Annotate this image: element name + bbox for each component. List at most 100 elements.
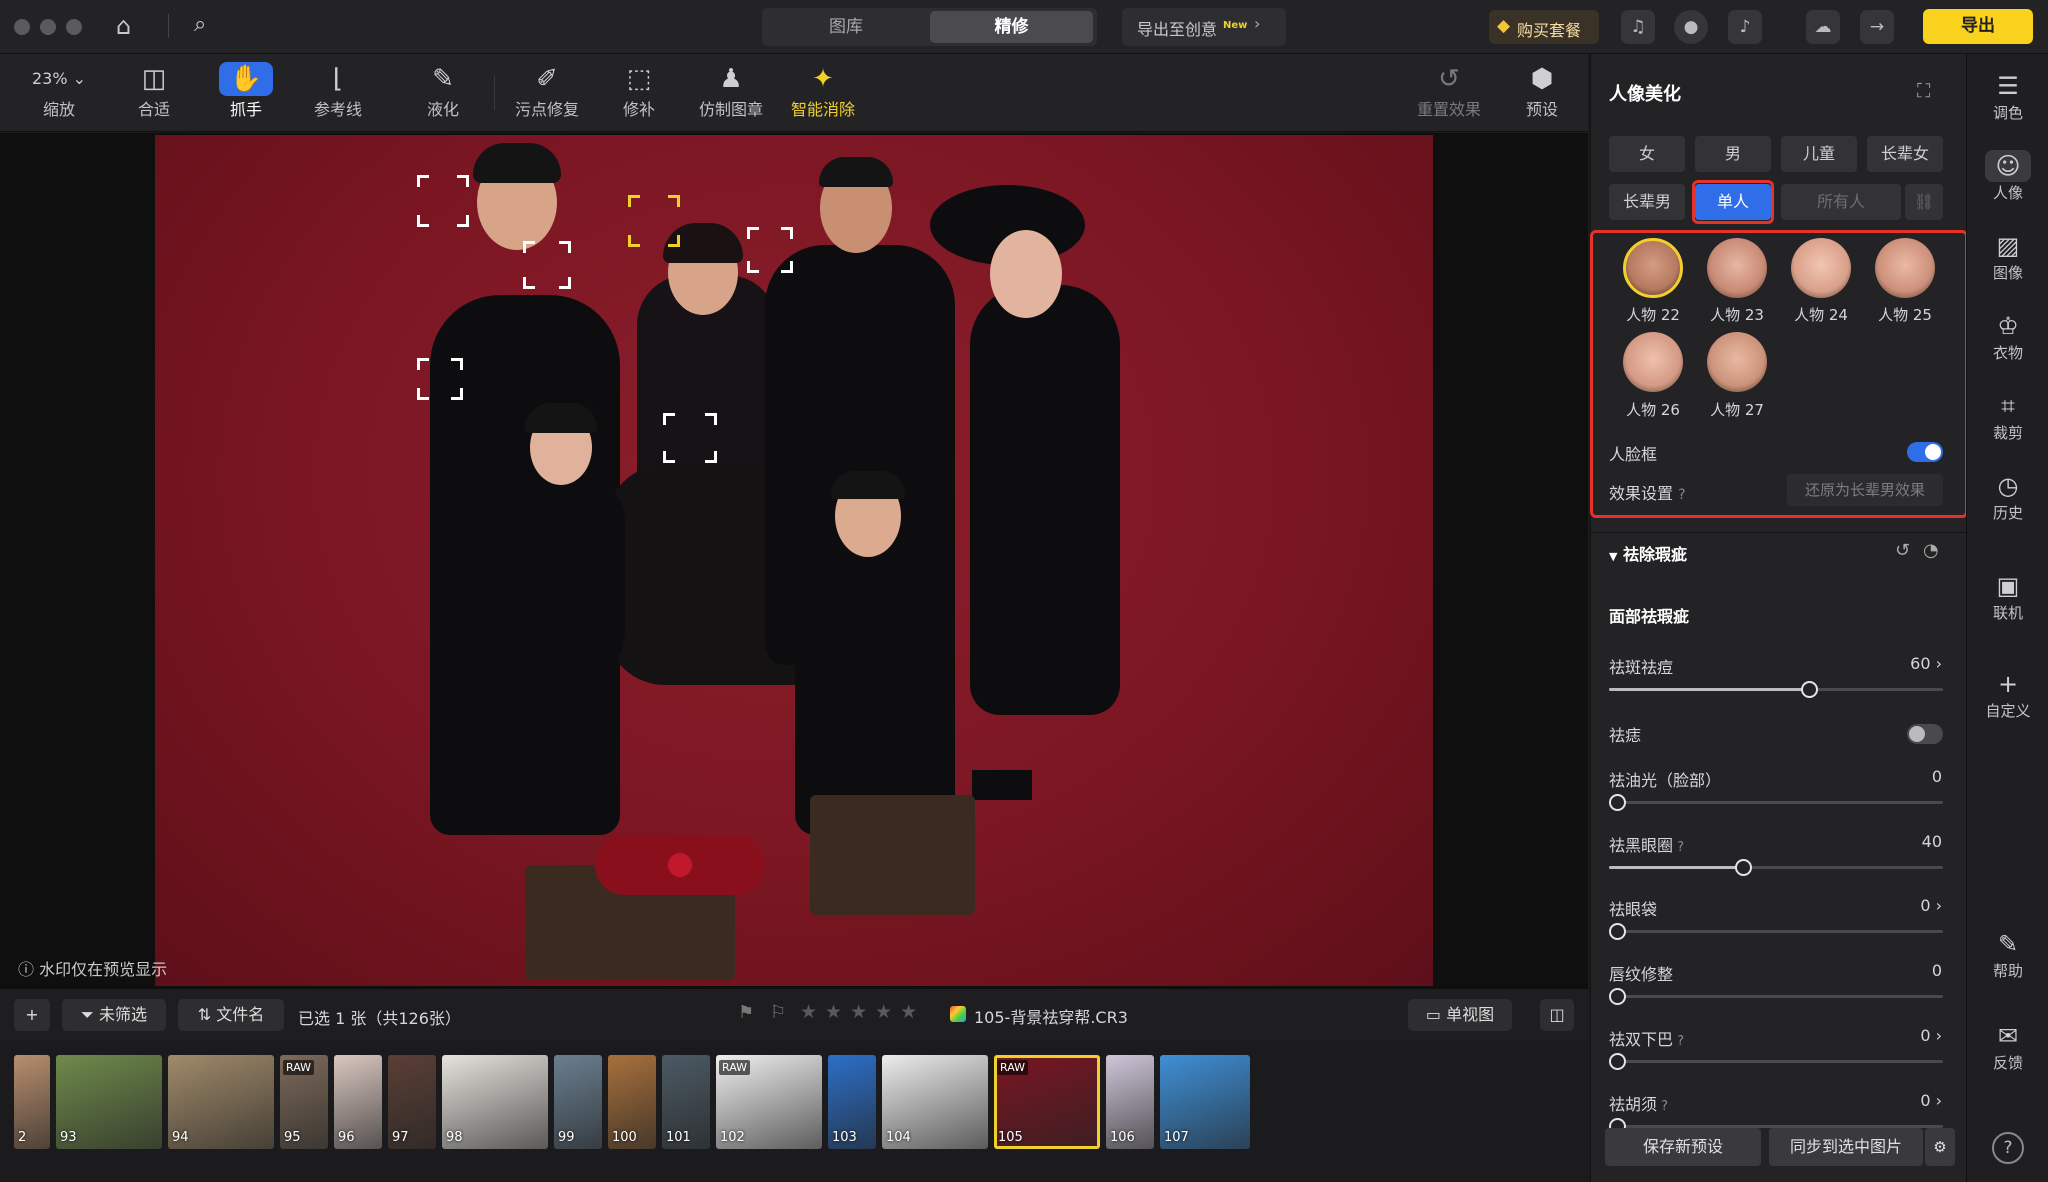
single-view-button[interactable]: ▭ 单视图 (1408, 999, 1512, 1031)
filmstrip-thumb[interactable]: 97 (388, 1055, 436, 1149)
section-reset-icon[interactable]: ↺ (1895, 540, 1910, 561)
restore-effect-button[interactable]: 还原为长辈男效果 (1787, 474, 1943, 506)
section-blemish[interactable]: ▼ 祛除瑕疵 (1609, 541, 1687, 565)
avatar-icon[interactable]: ● (1674, 10, 1708, 44)
image-canvas[interactable]: ⓘ 水印仅在预览显示 (0, 133, 1588, 988)
zoom-tool[interactable]: 23% ⌄ 缩放 (14, 60, 104, 126)
person-avatar-27[interactable] (1707, 332, 1767, 392)
sync-settings-icon[interactable]: ⚙ (1925, 1128, 1955, 1166)
headset-icon[interactable]: ♫ (1621, 10, 1655, 44)
sync-selected-button[interactable]: 同步到选中图片 (1769, 1128, 1923, 1166)
rail-tether[interactable]: ▣ 联机 (1967, 570, 2048, 623)
reject-flag-icon[interactable]: ⚐ (770, 1002, 786, 1023)
reset-effects-button[interactable]: ↺ 重置效果 (1404, 60, 1494, 126)
help-icon[interactable]: ? (1673, 840, 1684, 855)
search-icon[interactable]: ⌕ (194, 12, 206, 37)
rail-help[interactable]: ✎ 帮助 (1967, 928, 2048, 981)
group-male[interactable]: 男 (1695, 136, 1771, 172)
slider-track[interactable] (1609, 681, 1943, 698)
filmstrip-thumb[interactable]: 100 (608, 1055, 656, 1149)
rail-feedback[interactable]: ✉ 反馈 (1967, 1020, 2048, 1073)
filmstrip-thumb[interactable]: 104 (882, 1055, 988, 1149)
rail-adjust[interactable]: ☰ 调色 (1967, 70, 2048, 123)
tab-retouch[interactable]: 精修 (930, 11, 1093, 43)
group-everyone[interactable]: 所有人 (1781, 184, 1901, 220)
rail-portrait[interactable]: ☺ 人像 (1967, 150, 2048, 203)
tool-fit[interactable]: ◫ 合适 (109, 60, 199, 126)
tool-patch[interactable]: ⬚ 修补 (594, 60, 684, 126)
flag-icon[interactable]: ⚑ (738, 1002, 754, 1023)
slider-toggle[interactable] (1907, 724, 1943, 744)
slider-track[interactable] (1609, 988, 1943, 1005)
compare-view-icon[interactable]: ◫ (1540, 999, 1574, 1031)
group-child[interactable]: 儿童 (1781, 136, 1857, 172)
help-icon[interactable]: ? (1657, 1099, 1668, 1114)
export-creative-button[interactable]: 导出至创意 New › (1122, 8, 1286, 46)
slider-knob[interactable] (1609, 794, 1626, 811)
arrow-right-icon[interactable]: → (1860, 10, 1894, 44)
face-box-person-25[interactable] (523, 241, 571, 289)
filmstrip-thumb[interactable]: 107 (1160, 1055, 1250, 1149)
presets-button[interactable]: ⬢ 预设 (1497, 60, 1587, 126)
rail-history[interactable]: ◷ 历史 (1967, 470, 2048, 523)
rail-crop[interactable]: ⌗ 裁剪 (1967, 390, 2048, 443)
link-icon[interactable]: ⛓ (1905, 184, 1943, 220)
tool-guides[interactable]: ⌊ 参考线 (293, 60, 383, 126)
filmstrip-thumb[interactable]: 2 (14, 1055, 50, 1149)
person-avatar-24[interactable] (1791, 238, 1851, 298)
slider-track[interactable] (1609, 859, 1943, 876)
face-box-person-22-selected[interactable] (628, 195, 680, 247)
person-avatar-22[interactable] (1623, 238, 1683, 298)
group-elder-male[interactable]: 长辈男 (1609, 184, 1685, 220)
face-frame-toggle[interactable] (1907, 442, 1943, 462)
face-box-person-24[interactable] (747, 227, 793, 273)
person-avatar-25[interactable] (1875, 238, 1935, 298)
slider-knob[interactable] (1609, 923, 1626, 940)
filmstrip-thumb[interactable]: RAW 102 (716, 1055, 822, 1149)
face-box-person-26[interactable] (417, 358, 463, 400)
export-button[interactable]: 导出 (1923, 9, 2033, 44)
section-preview-icon[interactable]: ◔ (1923, 540, 1939, 561)
tool-spot-heal[interactable]: ✐ 污点修复 (502, 60, 592, 126)
filmstrip-thumb[interactable]: 94 (168, 1055, 274, 1149)
rail-clothes[interactable]: ♔ 衣物 (1967, 310, 2048, 363)
face-box-person-23[interactable] (417, 175, 469, 227)
home-icon[interactable]: ⌂ (116, 12, 131, 40)
filmstrip-thumb[interactable]: 98 (442, 1055, 548, 1149)
rating-stars[interactable]: ★★★★★ (800, 1001, 925, 1023)
help-icon[interactable]: ? (1678, 487, 1685, 503)
group-elder-female[interactable]: 长辈女 (1867, 136, 1943, 172)
slider-track[interactable] (1609, 1053, 1943, 1070)
person-avatar-26[interactable] (1623, 332, 1683, 392)
slider-track[interactable] (1609, 923, 1943, 940)
face-scan-icon[interactable]: ⛶ (1917, 80, 1930, 102)
tool-ai-erase[interactable]: ✦ 智能消除 (778, 60, 868, 126)
help-icon[interactable]: ? (1673, 1034, 1684, 1049)
buy-package-button[interactable]: ◆ 购买套餐 (1489, 10, 1599, 44)
slider-knob[interactable] (1609, 988, 1626, 1005)
face-box-person-27[interactable] (663, 413, 717, 463)
slider-knob[interactable] (1801, 681, 1819, 698)
tool-liquify[interactable]: ✎ 液化 (398, 60, 488, 126)
rail-plus[interactable]: + 自定义 (1967, 668, 2048, 721)
filmstrip-thumb[interactable]: RAW 95 (280, 1055, 328, 1149)
cloud-icon[interactable]: ☁ (1806, 10, 1840, 44)
sort-button[interactable]: ⇅ 文件名 (178, 999, 284, 1031)
zoom-window-button[interactable] (66, 19, 82, 35)
close-window-button[interactable] (14, 19, 30, 35)
tab-library[interactable]: 图库 (766, 11, 926, 43)
tool-hand[interactable]: ✋ 抓手 (201, 60, 291, 126)
filmstrip-thumb[interactable]: 101 (662, 1055, 710, 1149)
tool-clone-stamp[interactable]: ♟ 仿制图章 (686, 60, 776, 126)
filmstrip-thumb[interactable]: 93 (56, 1055, 162, 1149)
filmstrip-thumb[interactable]: RAW 105 (994, 1055, 1100, 1149)
slider-knob[interactable] (1609, 1053, 1626, 1070)
person-avatar-23[interactable] (1707, 238, 1767, 298)
filmstrip-thumb[interactable]: 106 (1106, 1055, 1154, 1149)
zoom-value[interactable]: 23% ⌄ (14, 60, 104, 96)
question-icon[interactable]: ? (1992, 1132, 2024, 1164)
filmstrip-thumb[interactable]: 96 (334, 1055, 382, 1149)
rail-image[interactable]: ▨ 图像 (1967, 230, 2048, 283)
add-icon[interactable]: + (14, 999, 50, 1031)
group-female[interactable]: 女 (1609, 136, 1685, 172)
